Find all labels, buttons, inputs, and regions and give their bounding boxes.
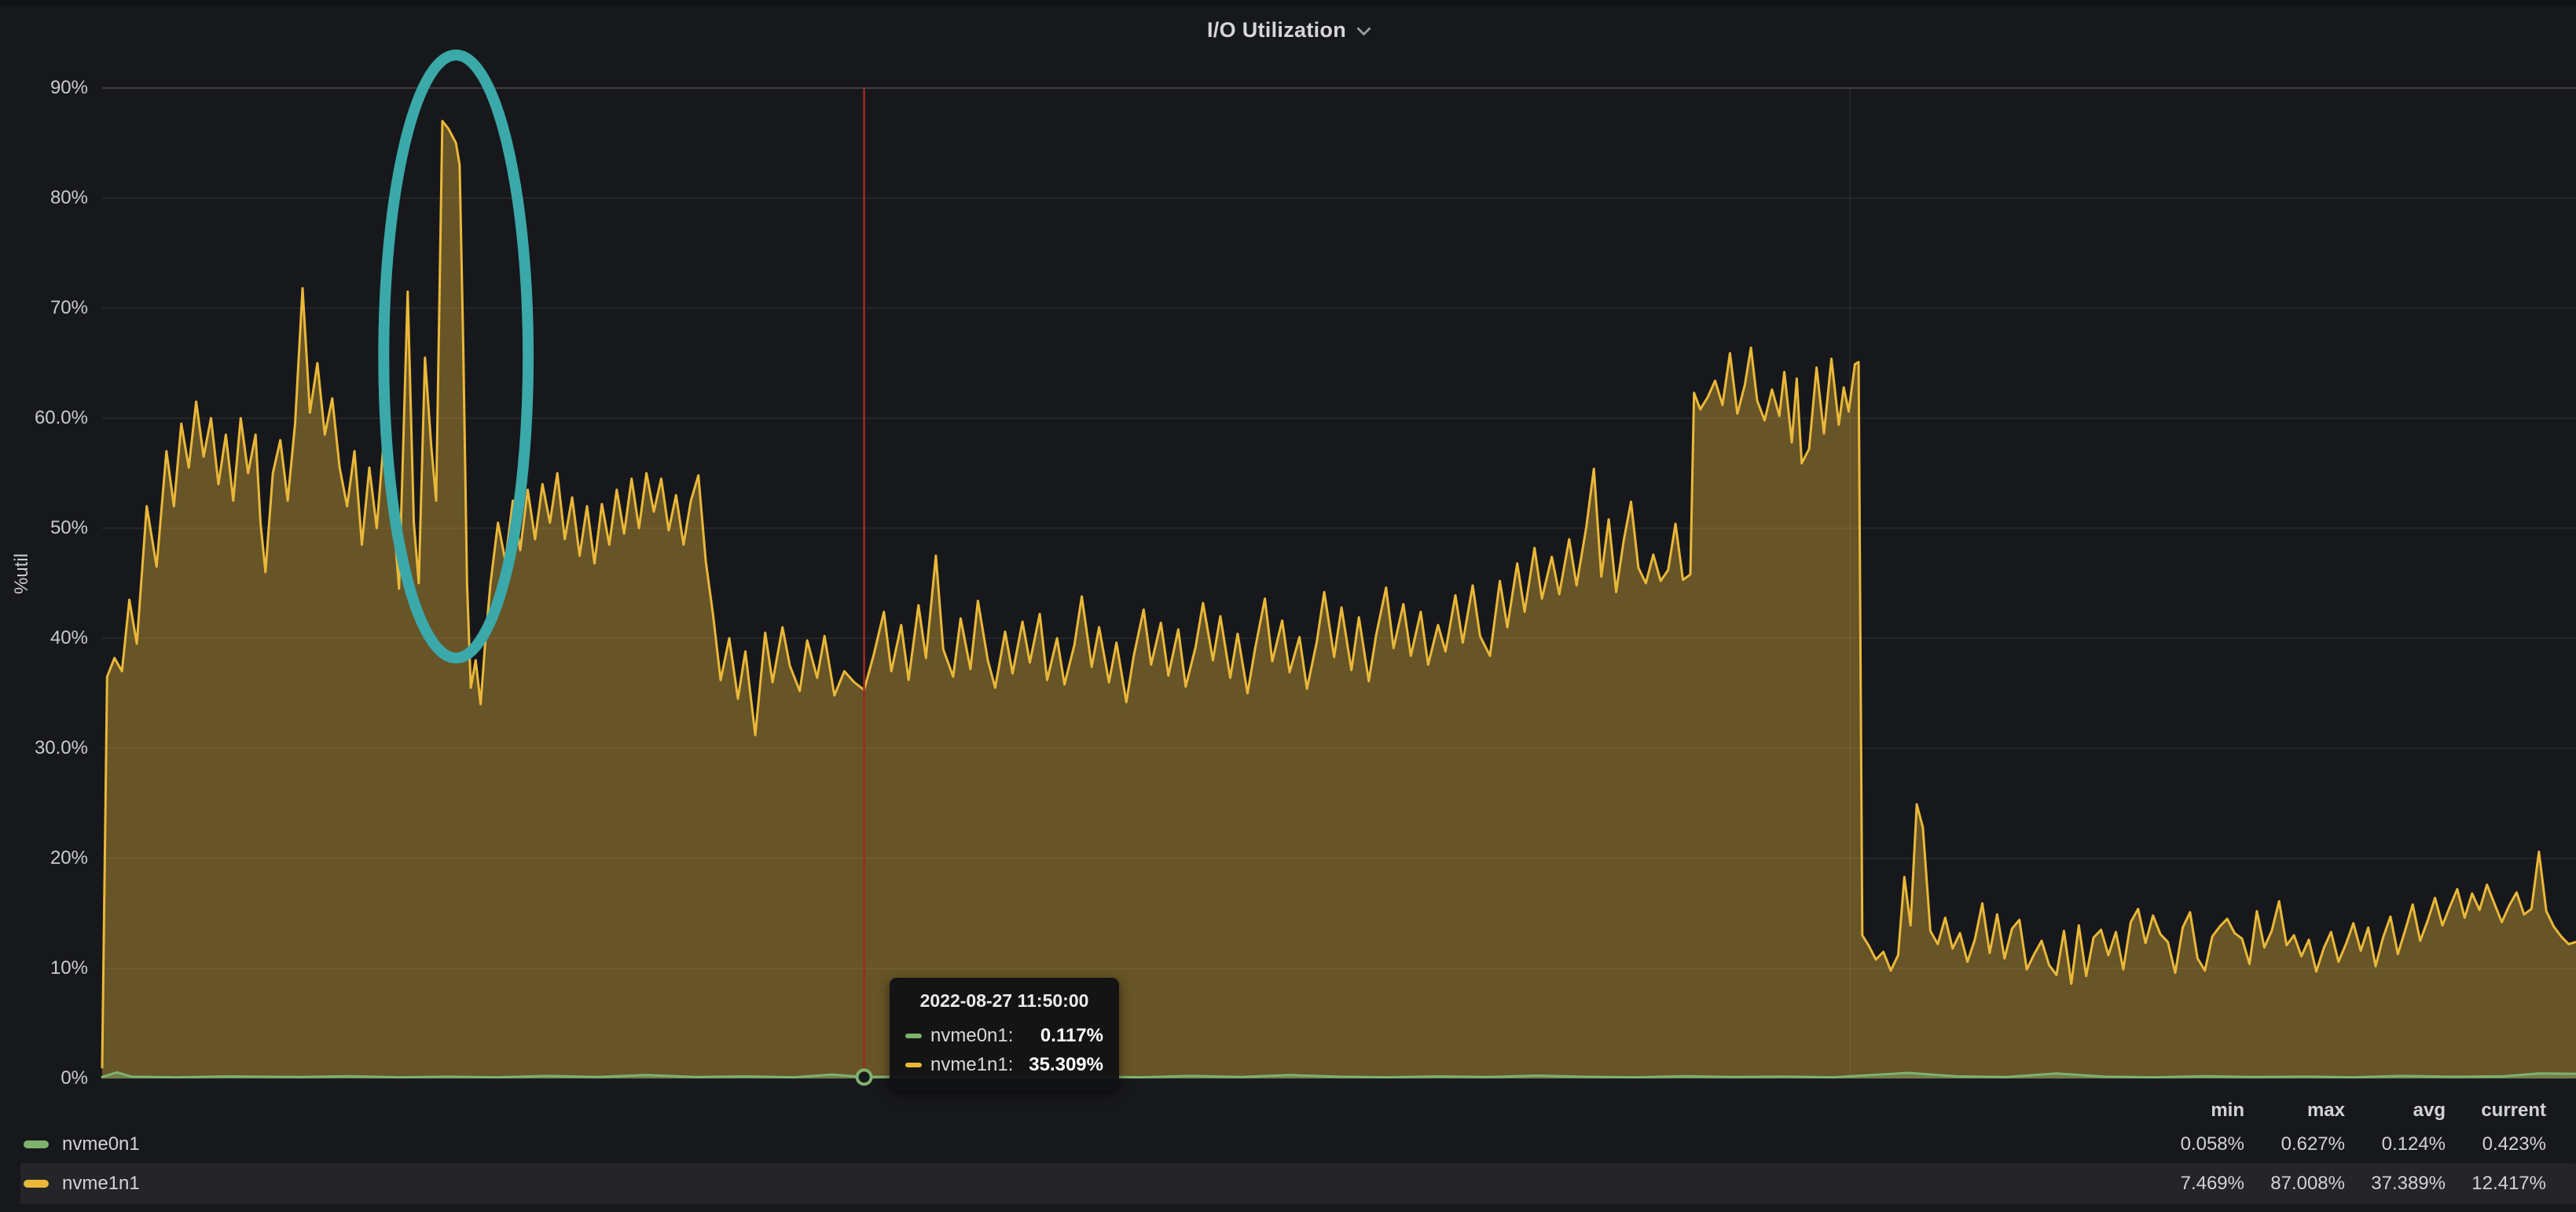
y-axis-tick-label: 90% [2,76,88,100]
legend: min max avg current nvme0n1 0.058% 0.627… [0,1096,2576,1204]
tooltip-timestamp: 2022-08-27 11:50:00 [905,990,1103,1012]
tooltip-series-value: 0.117% [1040,1025,1103,1047]
panel-top-edge [0,0,2576,6]
tooltip-series-name: nvme1n1: [930,1054,1013,1076]
series-dash-icon [905,1063,922,1067]
series-swatch-nvme0n1[interactable] [24,1140,49,1148]
stat-min: 0.058% [2144,1133,2244,1155]
series-label-nvme1n1[interactable]: nvme1n1 [62,1173,140,1195]
stat-current: 0.423% [2446,1133,2546,1155]
stat-min: 7.469% [2144,1173,2244,1195]
legend-column-avg[interactable]: avg [2345,1100,2446,1122]
legend-column-max[interactable]: max [2244,1100,2345,1122]
series-dash-icon [905,1034,922,1038]
stat-max: 0.627% [2244,1133,2345,1155]
plot-area[interactable] [102,88,2576,1078]
timeseries-chart[interactable] [102,88,2576,1078]
series-label-nvme0n1[interactable]: nvme0n1 [62,1133,140,1155]
stat-max: 87.008% [2244,1173,2345,1195]
tooltip-series-value: 35.309% [1029,1054,1103,1076]
page-title[interactable]: I/O Utilization [1207,18,1346,42]
legend-row-nvme0n1: nvme0n1 0.058% 0.627% 0.124% 0.423% [0,1126,2576,1163]
y-axis-tick-label: 70% [2,296,88,320]
legend-row-nvme1n1: nvme1n1 7.469% 87.008% 37.389% 12.417% [0,1163,2576,1204]
y-axis-tick-label: 80% [2,186,88,210]
y-axis-tick-label: 10% [2,957,88,980]
stat-current: 12.417% [2446,1173,2546,1195]
tooltip-row-nvme0n1: nvme0n1: 0.117% [905,1021,1103,1050]
legend-column-min[interactable]: min [2144,1100,2244,1122]
y-axis-tick-label: 60.0% [2,406,88,430]
panel-header[interactable]: I/O Utilization [0,6,2576,53]
stat-avg: 37.389% [2345,1173,2446,1195]
y-axis-tick-label: 20% [2,847,88,870]
y-axis-tick-label: 40% [2,626,88,650]
y-axis-title: %util [11,534,33,613]
tooltip-series-name: nvme0n1: [930,1025,1013,1047]
series-fill-nvme1n1[interactable] [102,121,2576,1078]
y-axis-tick-label: 30.0% [2,736,88,760]
legend-header-row: min max avg current [0,1096,2576,1126]
stat-avg: 0.124% [2345,1133,2446,1155]
crosshair-point-marker [857,1070,872,1084]
chevron-down-icon[interactable] [1356,21,1371,35]
y-axis-tick-label: 0% [2,1067,88,1090]
legend-column-current[interactable]: current [2446,1100,2546,1122]
grafana-panel: I/O Utilization 0%10%20%30.0%40%50%60.0%… [0,0,2576,1212]
chart-tooltip: 2022-08-27 11:50:00 nvme0n1: 0.117% nvme… [890,978,1119,1090]
series-swatch-nvme1n1[interactable] [24,1180,49,1188]
tooltip-row-nvme1n1: nvme1n1: 35.309% [905,1050,1103,1079]
